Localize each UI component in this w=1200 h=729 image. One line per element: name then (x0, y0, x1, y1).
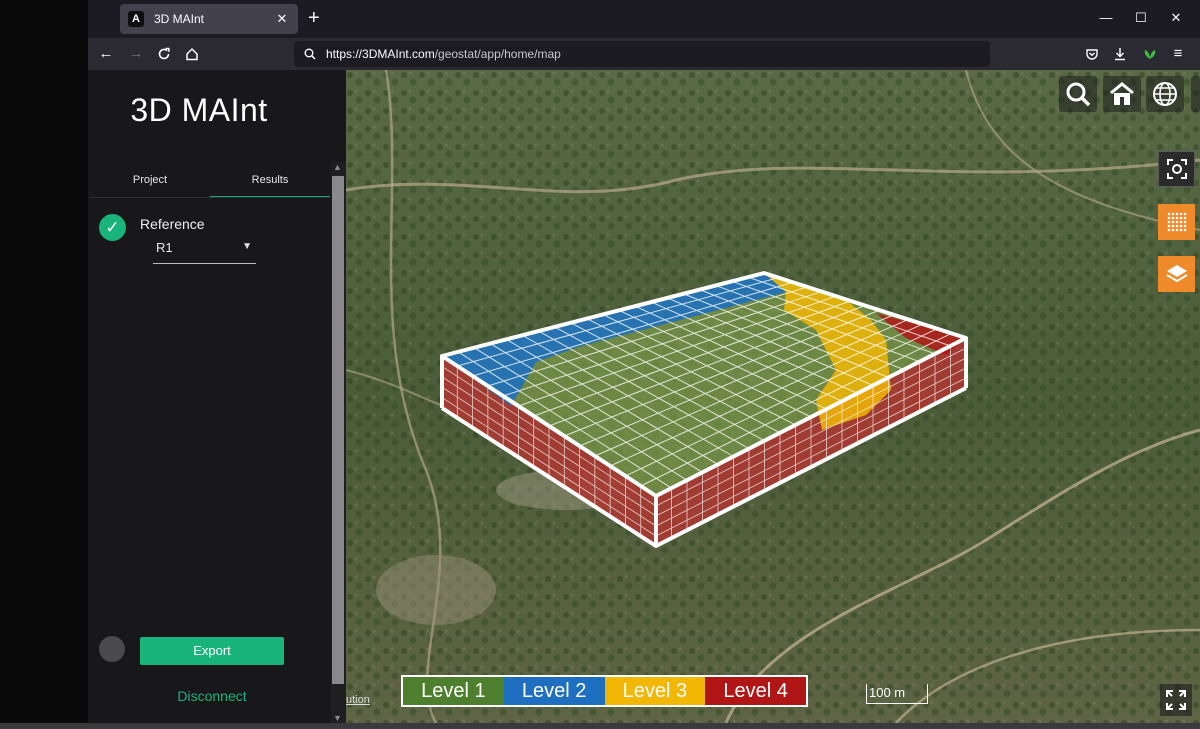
sidebar-scrollbar[interactable]: ▲ ▼ (331, 162, 346, 723)
tab-bar: A 3D MAInt ✕ + — ☐ ✕ (88, 0, 1200, 38)
tab-divider (90, 197, 330, 198)
sidebar-tabs: Project Results (90, 168, 330, 198)
search-icon (304, 48, 316, 60)
download-icon[interactable] (1110, 44, 1130, 64)
minimize-button[interactable]: — (1096, 10, 1116, 25)
grid-icon[interactable] (1158, 204, 1195, 240)
browser-tab[interactable]: A 3D MAInt ✕ (120, 4, 298, 34)
legend-level-3: Level 3 (604, 677, 706, 705)
reference-select-value: R1 (156, 240, 173, 255)
extension-icon[interactable] (1140, 44, 1160, 64)
forward-icon[interactable]: → (126, 44, 146, 64)
close-tab-icon[interactable]: ✕ (274, 11, 290, 27)
dropdown-arrow-icon: ▼ (242, 241, 252, 252)
sidebar: 3D MAInt Project Results ✓ Reference R1 … (88, 70, 346, 723)
scroll-up-icon[interactable]: ▲ (333, 162, 342, 172)
attribution-link[interactable]: ution (346, 694, 370, 706)
status-indicator (99, 636, 125, 662)
legend-level-2: Level 2 (503, 677, 605, 705)
back-icon[interactable]: ← (96, 44, 116, 64)
legend-level-4: Level 4 (705, 677, 806, 705)
reload-icon[interactable] (154, 44, 174, 64)
check-icon: ✓ (99, 214, 126, 241)
taskbar-edge (0, 723, 1200, 729)
new-tab-button[interactable]: + (308, 8, 320, 28)
map-view[interactable]: ution Level 1 Level 2 Level 3 Level 4 10… (346, 70, 1200, 723)
reference-label: Reference (140, 216, 205, 232)
focus-icon[interactable] (1158, 151, 1195, 187)
basemap-icon[interactable] (1191, 76, 1200, 112)
tab-title: 3D MAInt (154, 12, 205, 26)
fullscreen-icon[interactable] (1160, 684, 1192, 716)
pocket-icon[interactable] (1082, 44, 1102, 64)
tab-results[interactable]: Results (210, 168, 330, 198)
app-favicon-icon: A (128, 11, 144, 27)
maximize-button[interactable]: ☐ (1131, 10, 1151, 26)
globe-icon[interactable] (1146, 76, 1184, 112)
disconnect-link[interactable]: Disconnect (140, 688, 284, 704)
nav-bar: ← → https://3DMAInt.com/geostat/app/home… (88, 38, 1200, 70)
tab-project[interactable]: Project (90, 168, 210, 198)
home-page-icon[interactable] (182, 44, 202, 64)
scale-bar: 100 m (866, 684, 928, 704)
browser-window: A 3D MAInt ✕ + — ☐ ✕ ← → https://3DMAInt… (88, 0, 1200, 723)
reference-select[interactable]: R1 ▼ (153, 238, 256, 264)
app-title: 3D MAInt (130, 92, 268, 128)
close-window-button[interactable]: ✕ (1166, 10, 1186, 26)
layers-icon[interactable] (1158, 256, 1195, 292)
home-icon[interactable] (1103, 76, 1141, 112)
legend-level-1: Level 1 (403, 677, 504, 705)
scroll-down-icon[interactable]: ▼ (333, 713, 342, 723)
address-bar[interactable]: https://3DMAInt.com/geostat/app/home/map (294, 41, 990, 67)
map-legend: Level 1 Level 2 Level 3 Level 4 (401, 675, 808, 707)
scroll-thumb[interactable] (332, 176, 344, 684)
search-icon[interactable] (1059, 76, 1097, 112)
satellite-terrain (346, 70, 1200, 723)
url-text: https://3DMAInt.com/geostat/app/home/map (326, 47, 561, 61)
export-button[interactable]: Export (140, 637, 284, 665)
desktop-edge (0, 0, 88, 729)
menu-icon[interactable]: ≡ (1168, 44, 1188, 64)
